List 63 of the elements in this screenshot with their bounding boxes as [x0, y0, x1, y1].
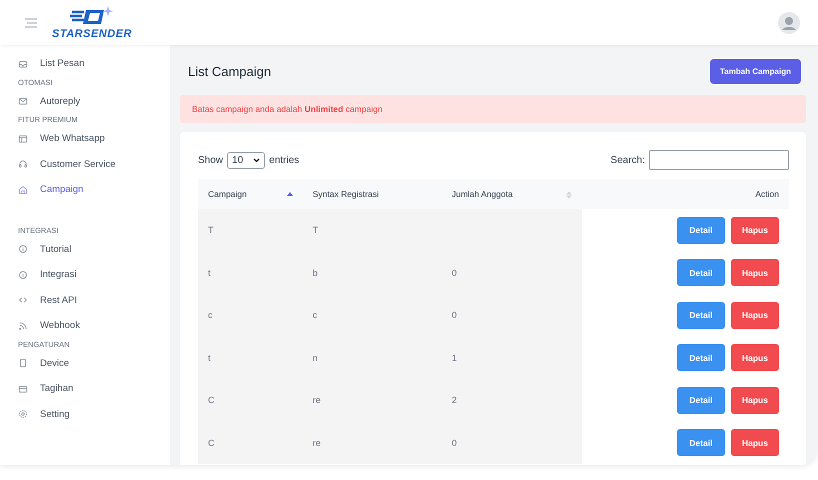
phone-icon	[18, 358, 28, 368]
table-cell: C	[198, 379, 303, 422]
sidebar-item[interactable]: Web Whatsapp	[18, 126, 170, 152]
column-header[interactable]: Syntax Registrasi	[302, 179, 442, 209]
delete-button[interactable]: Hapus	[731, 302, 779, 329]
table-cell: 1	[442, 336, 582, 379]
delete-button[interactable]: Hapus	[731, 344, 779, 372]
avatar-icon[interactable]	[778, 12, 800, 34]
card-icon	[18, 384, 28, 394]
table-cell: C	[198, 422, 303, 464]
rss-icon	[18, 320, 28, 331]
search-label: Search:	[610, 154, 645, 166]
chevron-icon	[253, 158, 260, 162]
sort-icon[interactable]	[286, 191, 293, 199]
sidebar-item[interactable]: Webhook	[18, 313, 170, 338]
sidebar-item[interactable]: Integrasi	[18, 262, 170, 288]
table-cell: 0	[442, 422, 582, 464]
table-cell: T	[198, 209, 303, 252]
settings-icon	[18, 409, 28, 420]
delete-button[interactable]: Hapus	[731, 216, 779, 244]
sidebar-item[interactable]: Tutorial	[18, 236, 170, 262]
column-header[interactable]: Campaign	[198, 179, 303, 209]
search-field[interactable]	[649, 150, 789, 170]
table-cell: b	[302, 252, 442, 294]
column-header[interactable]: Jumlah Anggota	[442, 179, 582, 209]
table-cell: re	[302, 379, 442, 422]
table-cell: t	[198, 336, 303, 379]
show-label: Show	[198, 154, 224, 166]
sidebar-item[interactable]: Campaign	[18, 177, 170, 202]
table-cell: 0	[442, 252, 582, 294]
sidebar-item[interactable]: Autoreply	[18, 88, 170, 114]
delete-button[interactable]: Hapus	[731, 429, 779, 456]
headset-icon	[18, 159, 28, 170]
column-header[interactable]: Action	[582, 179, 789, 209]
sidebar-item[interactable]: Device	[18, 350, 170, 376]
entries-label: entries	[269, 154, 300, 166]
table-cell: re	[302, 422, 442, 464]
info-icon	[18, 270, 28, 280]
table-cell: 0	[442, 294, 582, 336]
sidebar-item[interactable]: List Pesan	[18, 51, 170, 76]
table-cell: n	[302, 336, 442, 379]
brand-name: STARSENDER	[52, 28, 132, 40]
page-size-select[interactable]: 10	[227, 152, 266, 168]
add-campaign-button[interactable]: Tambah Campaign	[710, 58, 801, 84]
home-icon	[18, 184, 28, 195]
delete-button[interactable]: Hapus	[731, 386, 779, 414]
limit-alert: Batas campaign anda adalah Unlimited campaign	[180, 95, 806, 123]
delete-button[interactable]: Hapus	[731, 259, 779, 286]
menu-icon[interactable]	[24, 18, 38, 28]
table-cell: c	[198, 294, 303, 336]
page-title: List Campaign	[188, 64, 272, 78]
table-cell: c	[302, 294, 442, 336]
info-icon	[18, 244, 28, 254]
table-cell: T	[302, 209, 442, 252]
window-icon	[18, 134, 28, 144]
table-cell: 2	[442, 379, 582, 422]
sidebar-item[interactable]: Tagihan	[18, 376, 170, 402]
table-cell: t	[198, 252, 303, 294]
sidebar-item[interactable]: Rest API	[18, 288, 170, 313]
sidebar-item[interactable]: Customer Service	[18, 152, 170, 177]
envelope-icon	[18, 96, 28, 106]
sidebar-item[interactable]: Setting	[18, 402, 170, 427]
inbox-icon	[18, 58, 28, 69]
